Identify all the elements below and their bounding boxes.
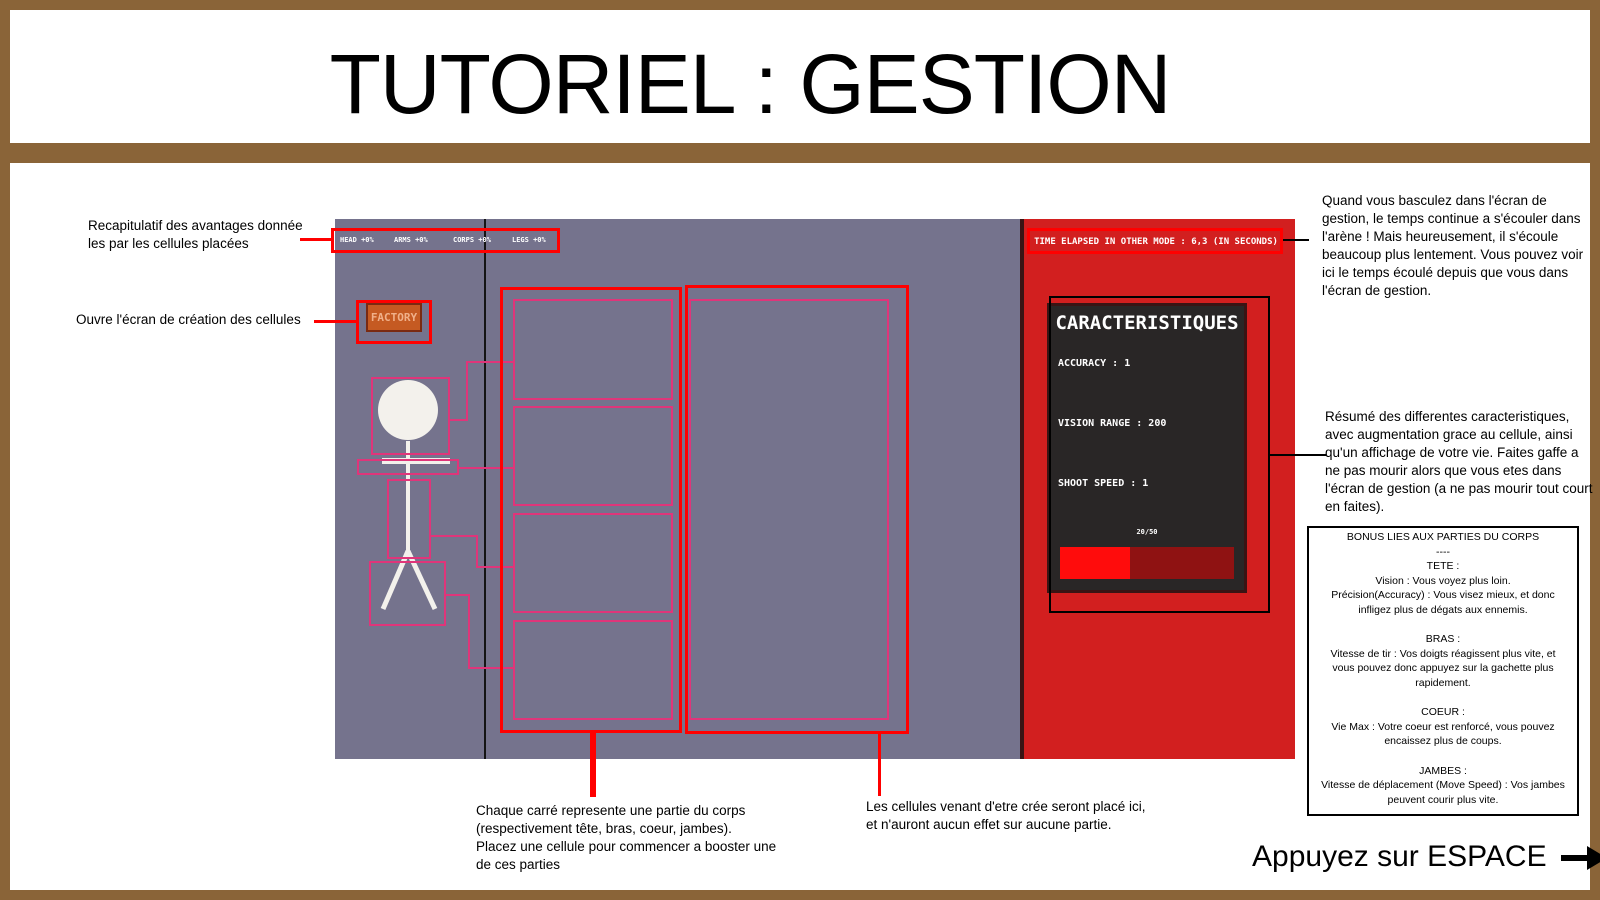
arrow-right-icon	[1560, 846, 1600, 871]
body-parts-bonus-box: BONUS LIES AUX PARTIES DU CORPS ---- TET…	[1307, 526, 1579, 816]
body-zone-legs[interactable]	[369, 561, 446, 626]
pointer-line	[1270, 454, 1326, 456]
highlight-factory	[356, 300, 432, 344]
bonus-box-arms-text: Vitesse de tir : Vos doigts réagissent p…	[1330, 647, 1556, 689]
note-bonus-recap: Recapitulatif des avantages donnée les p…	[88, 218, 303, 251]
highlight-new-cells	[685, 285, 909, 734]
page-title: TUTORIEL : GESTION	[329, 37, 1172, 131]
connector	[468, 594, 470, 669]
connector	[431, 535, 477, 537]
bonus-box-heart-title: COEUR :	[1421, 706, 1465, 719]
note-factory: Ouvre l'écran de création des cellules	[76, 312, 301, 327]
highlight-slots	[500, 287, 682, 733]
title-panel: TUTORIEL : GESTION	[10, 10, 1590, 143]
body-zone-arms[interactable]	[357, 459, 459, 475]
connector	[446, 594, 470, 596]
continue-label: Appuyez sur ESPACE	[1252, 840, 1547, 873]
game-divider	[484, 219, 486, 759]
note-time: Quand vous basculez dans l'écran de gest…	[1322, 193, 1584, 298]
bonus-box-head-text: Vision : Vous voyez plus loin. Précision…	[1331, 574, 1555, 616]
note-squares: Chaque carré represente une partie du co…	[476, 803, 777, 872]
bonus-box-header: BONUS LIES AUX PARTIES DU CORPS ---- TET…	[1346, 531, 1540, 573]
note-summary: Résumé des differentes caracteristiques,…	[1325, 409, 1593, 514]
connector	[466, 361, 468, 421]
body-zone-heart[interactable]	[387, 479, 431, 559]
note-new-cells: Les cellules venant d'etre crée seront p…	[866, 799, 1146, 832]
bonus-box-legs-text: Vitesse de déplacement (Move Speed) : Vo…	[1321, 779, 1565, 806]
pointer-line	[1283, 239, 1309, 241]
panel-edge	[1020, 219, 1024, 759]
pointer-line	[878, 734, 881, 796]
connector	[476, 535, 478, 568]
continue-prompt[interactable]: Appuyez sur ESPACE	[1252, 840, 1600, 874]
highlight-bonus-summary	[331, 228, 560, 253]
bonus-box-heart-text: Vie Max : Votre coeur est renforcé, vous…	[1331, 720, 1555, 748]
highlight-stats	[1049, 296, 1270, 613]
bonus-box-legs-title: JAMBES :	[1419, 764, 1467, 777]
highlight-time	[1027, 228, 1283, 254]
pointer-line	[590, 733, 596, 797]
pointer-line	[314, 320, 356, 323]
bonus-box-arms-title: BRAS :	[1425, 633, 1461, 646]
body-zone-head[interactable]	[371, 377, 450, 455]
